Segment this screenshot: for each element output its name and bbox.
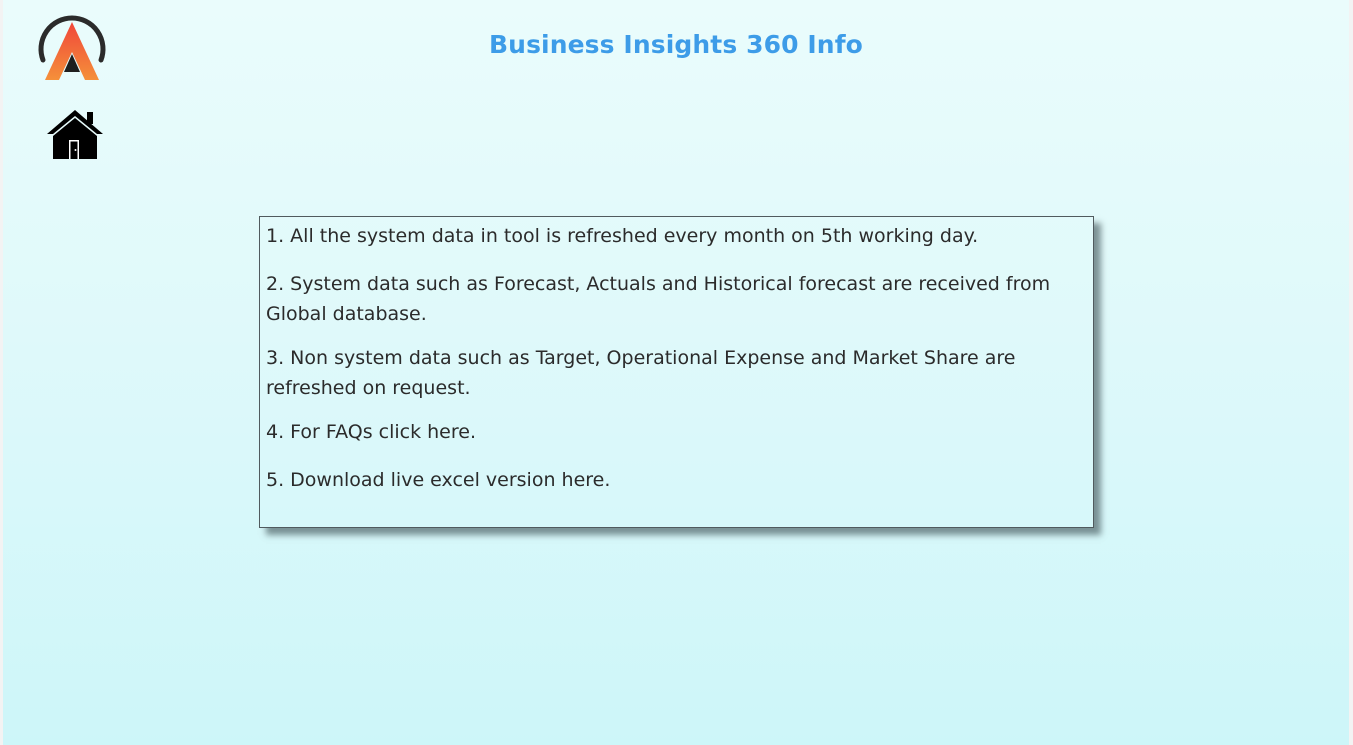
info-item-non-system-data: 3. Non system data such as Target, Opera… — [266, 347, 1016, 399]
info-panel: 1. All the system data in tool is refres… — [259, 216, 1094, 528]
home-icon — [47, 110, 103, 159]
report-canvas: Business Insights 360 Info 1. All the sy… — [3, 0, 1349, 745]
download-excel-link[interactable]: 5. Download live excel version here. — [266, 465, 1088, 495]
info-item-refresh: 1. All the system data in tool is refres… — [266, 225, 979, 247]
faq-link[interactable]: 4. For FAQs click here. — [266, 417, 1088, 447]
info-item-system-data: 2. System data such as Forecast, Actuals… — [266, 273, 1051, 325]
home-button[interactable] — [47, 108, 103, 162]
page-title: Business Insights 360 Info — [489, 30, 863, 59]
